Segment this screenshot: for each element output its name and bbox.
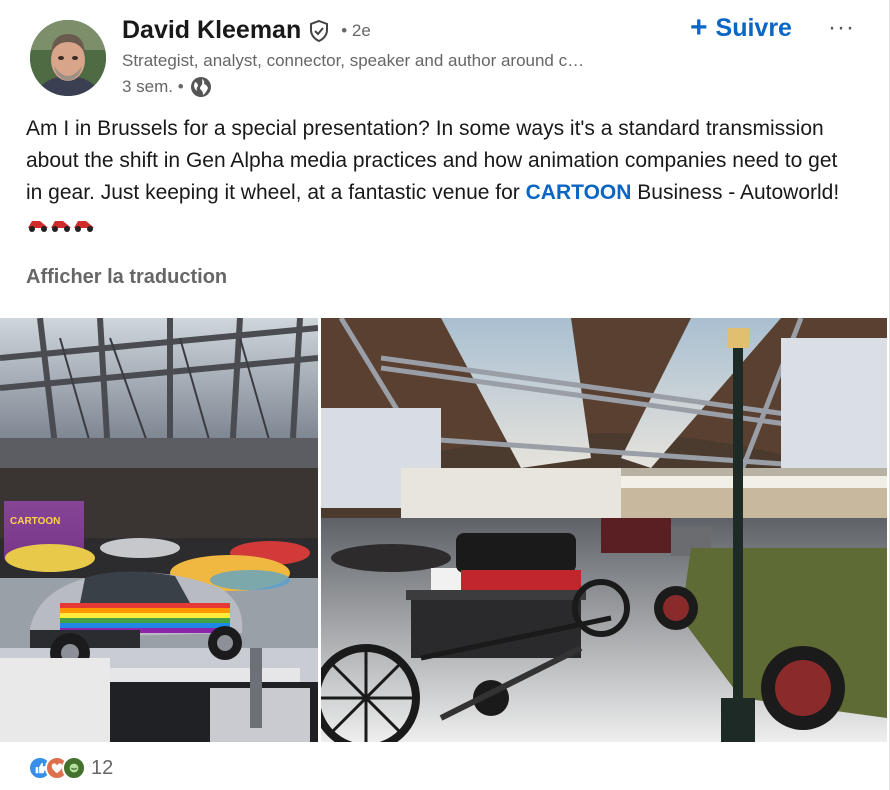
post-image-left[interactable]: CARTOON — [0, 318, 318, 742]
author-name[interactable]: David Kleeman — [122, 16, 301, 45]
race-car-emoji-icon — [26, 211, 96, 232]
author-avatar[interactable] — [30, 20, 106, 96]
post-card: David Kleeman • 2e Strategist, analyst, … — [0, 0, 890, 790]
support-icon — [62, 756, 86, 780]
globe-icon — [190, 76, 212, 98]
reactions-bar[interactable]: 12 — [28, 756, 113, 780]
plus-icon: + — [690, 10, 708, 44]
show-translation-link[interactable]: Afficher la traduction — [26, 266, 227, 289]
post-time: 3 sem. • — [122, 77, 184, 96]
company-mention-link[interactable]: CARTOON — [526, 181, 632, 204]
more-options-button[interactable]: ··· — [828, 14, 855, 42]
follow-label: Suivre — [715, 14, 792, 42]
verified-icon — [307, 19, 331, 43]
author-name-row: David Kleeman • 2e — [122, 16, 371, 45]
follow-button[interactable]: + Suivre — [690, 10, 792, 44]
connection-degree: • 2e — [341, 20, 371, 40]
post-text-end: Business - Autoworld! — [631, 181, 840, 204]
post-meta: 3 sem. • — [122, 76, 212, 98]
post-image-right[interactable] — [321, 318, 887, 742]
venue-sign-text: CARTOON — [10, 516, 60, 527]
post-text: Am I in Brussels for a special presentat… — [26, 113, 856, 241]
reactions-count[interactable]: 12 — [91, 757, 113, 780]
author-headline: Strategist, analyst, connector, speaker … — [122, 51, 585, 70]
